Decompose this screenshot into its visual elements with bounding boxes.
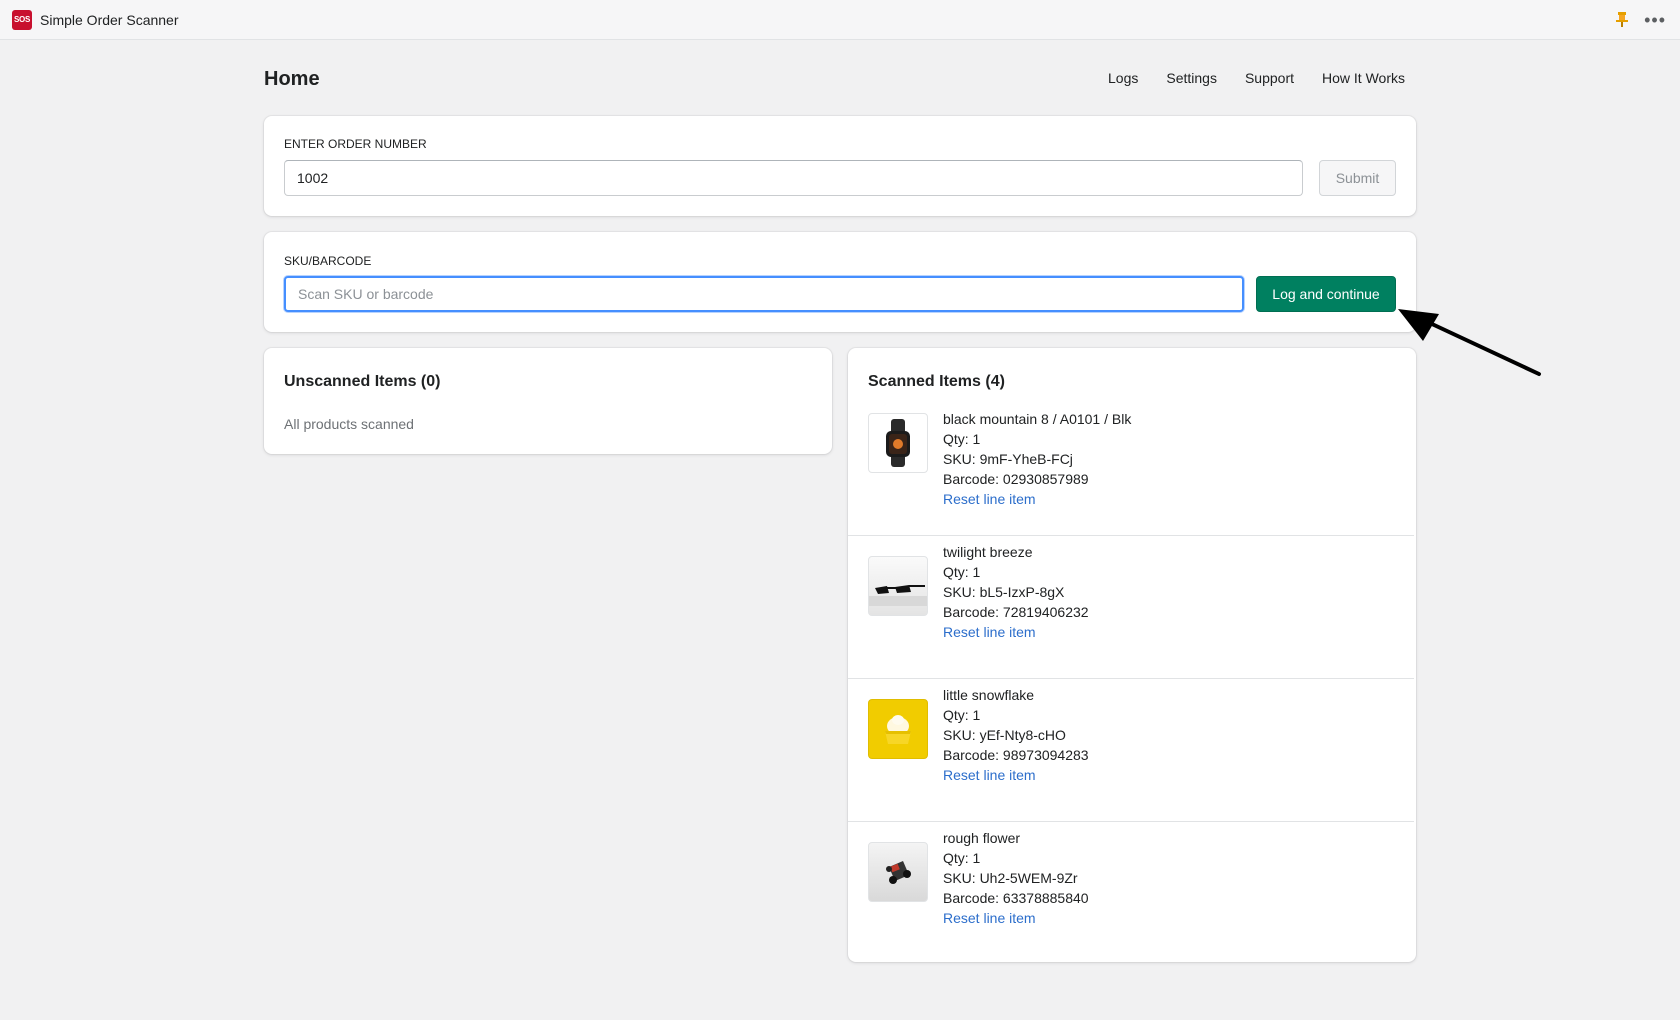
sunglasses-image xyxy=(868,556,928,616)
nav-logs[interactable]: Logs xyxy=(1108,70,1138,86)
item-sku: SKU: 9mF-YheB-FCj xyxy=(943,451,1073,467)
log-and-continue-button[interactable]: Log and continue xyxy=(1256,276,1396,312)
item-barcode: Barcode: 63378885840 xyxy=(943,890,1089,906)
nav-how-it-works[interactable]: How It Works xyxy=(1322,70,1405,86)
scanned-heading: Scanned Items (4) xyxy=(868,373,1005,390)
nav-support[interactable]: Support xyxy=(1245,70,1294,86)
top-nav: Logs Settings Support How It Works xyxy=(1108,70,1405,86)
reset-line-item-link[interactable]: Reset line item xyxy=(943,765,1089,785)
item-sku: SKU: yEf-Nty8-cHO xyxy=(943,727,1066,743)
nav-settings[interactable]: Settings xyxy=(1166,70,1217,86)
reset-line-item-link[interactable]: Reset line item xyxy=(943,908,1089,928)
unscanned-empty-text: All products scanned xyxy=(284,416,414,432)
item-qty: Qty: 1 xyxy=(943,564,981,580)
pin-icon[interactable] xyxy=(1614,12,1630,28)
submit-button[interactable]: Submit xyxy=(1319,160,1396,196)
order-number-input[interactable] xyxy=(284,160,1303,196)
item-sku: SKU: bL5-IzxP-8gX xyxy=(943,584,1065,600)
item-sku: SKU: Uh2-5WEM-9Zr xyxy=(943,870,1078,886)
more-icon[interactable]: ••• xyxy=(1644,11,1666,29)
item-barcode: Barcode: 02930857989 xyxy=(943,471,1089,487)
order-number-card: ENTER ORDER NUMBER Submit xyxy=(264,116,1416,216)
sku-card: SKU/BARCODE Log and continue xyxy=(264,232,1416,332)
item-barcode: Barcode: 72819406232 xyxy=(943,604,1089,620)
unscanned-card: Unscanned Items (0) All products scanned xyxy=(264,348,832,454)
sku-label: SKU/BARCODE xyxy=(284,254,372,268)
sku-input[interactable] xyxy=(284,276,1244,312)
unscanned-heading: Unscanned Items (0) xyxy=(284,373,441,390)
item-name: twilight breeze xyxy=(943,544,1033,560)
order-number-label: ENTER ORDER NUMBER xyxy=(284,137,427,151)
annotation-arrow-icon xyxy=(1398,309,1541,376)
item-qty: Qty: 1 xyxy=(943,707,981,723)
page-title: Home xyxy=(264,68,320,90)
list-item: black mountain 8 / A0101 / Blk Qty: 1 SK… xyxy=(848,403,1414,546)
reset-line-item-link[interactable]: Reset line item xyxy=(943,489,1131,509)
smartwatch-image xyxy=(868,413,928,473)
scanned-card: Scanned Items (4) black mountain 8 / A01… xyxy=(848,348,1416,962)
item-barcode: Barcode: 98973094283 xyxy=(943,747,1089,763)
app-bar: SOS Simple Order Scanner ••• xyxy=(0,0,1680,40)
reset-line-item-link[interactable]: Reset line item xyxy=(943,622,1089,642)
list-item: little snowflake Qty: 1 SKU: yEf-Nty8-cH… xyxy=(848,678,1414,822)
item-name: rough flower xyxy=(943,830,1021,846)
toy-car-image xyxy=(868,842,928,902)
app-title: Simple Order Scanner xyxy=(40,11,179,28)
item-qty: Qty: 1 xyxy=(943,431,981,447)
app-logo: SOS xyxy=(12,9,32,30)
item-name: black mountain 8 / A0101 / Blk xyxy=(943,411,1132,427)
item-name: little snowflake xyxy=(943,687,1035,703)
list-item: twilight breeze Qty: 1 SKU: bL5-IzxP-8gX… xyxy=(848,535,1414,679)
list-item: rough flower Qty: 1 SKU: Uh2-5WEM-9Zr Ba… xyxy=(848,821,1414,965)
item-qty: Qty: 1 xyxy=(943,850,981,866)
cupcake-image xyxy=(868,699,928,759)
